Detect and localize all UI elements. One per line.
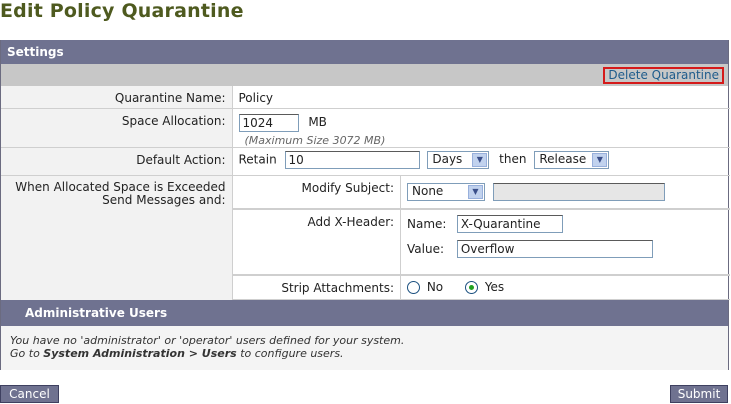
modify-subject-label: Modify Subject: [232,175,401,209]
space-allocation-label: Space Allocation: [1,108,233,148]
then-action-select[interactable]: Release ▼ [534,150,610,169]
settings-panel: Settings Delete Quarantine Quarantine Na… [0,40,730,370]
submit-button[interactable]: Submit [670,385,728,403]
cancel-button[interactable]: Cancel [0,385,59,403]
space-max-note: (Maximum Size 3072 MB) [244,133,386,147]
chevron-down-icon: ▼ [592,152,608,167]
modify-subject-value: None [412,183,444,198]
modify-subject-select[interactable]: None ▼ [407,182,485,201]
settings-form: Quarantine Name: Policy Space Allocation… [1,86,730,300]
admin-message-line2: Go to System Administration > Users to c… [10,347,344,360]
strip-attachments-label: Strip Attachments: [232,275,401,300]
chevron-down-icon: ▼ [472,152,488,167]
xheader-value-input[interactable]: Overflow [456,240,653,258]
strip-no-radio[interactable] [407,280,420,294]
default-action-label: Default Action: [1,147,233,176]
space-unit: MB [308,115,327,129]
then-action-value: Release [539,151,587,166]
xheader-value-label: Value: [407,241,444,256]
exceeded-label-line1: When Allocated Space is Exceeded [15,179,226,194]
xheader-name-input[interactable]: X-Quarantine [456,215,563,233]
chevron-down-icon: ▼ [468,184,483,199]
quarantine-name-value: Policy [232,86,730,109]
strip-yes-label: Yes [484,279,505,294]
xheader-name-label: Name: [407,216,447,231]
strip-no-label: No [426,279,444,294]
quarantine-name-label: Quarantine Name: [1,86,233,109]
admin-users-path: System Administration > Users [43,347,237,360]
admin-users-header: Administrative Users [1,300,728,326]
admin-users-message: You have no 'administrator' or 'operator… [1,326,728,370]
delete-quarantine-link[interactable]: Delete Quarantine [603,67,724,84]
strip-yes-radio[interactable] [464,280,478,294]
modify-subject-text[interactable] [492,182,665,201]
admin-message-line1: You have no 'administrator' or 'operator… [10,334,405,347]
settings-toolbar: Delete Quarantine [1,64,728,86]
exceeded-label-line2: Send Messages and: [102,192,226,207]
retain-unit-value: Days [432,151,463,166]
add-xheader-label: Add X-Header: [232,210,401,275]
retain-unit-select[interactable]: Days ▼ [427,150,490,169]
retain-input[interactable]: 10 [284,150,420,169]
space-allocation-input[interactable]: 1024 [238,113,299,132]
exceeded-label: When Allocated Space is Exceeded Send Me… [1,175,233,300]
then-label: then [499,152,527,166]
retain-label: Retain [238,152,277,166]
page-title: Edit Policy Quarantine [0,0,244,22]
settings-header: Settings [1,40,728,64]
